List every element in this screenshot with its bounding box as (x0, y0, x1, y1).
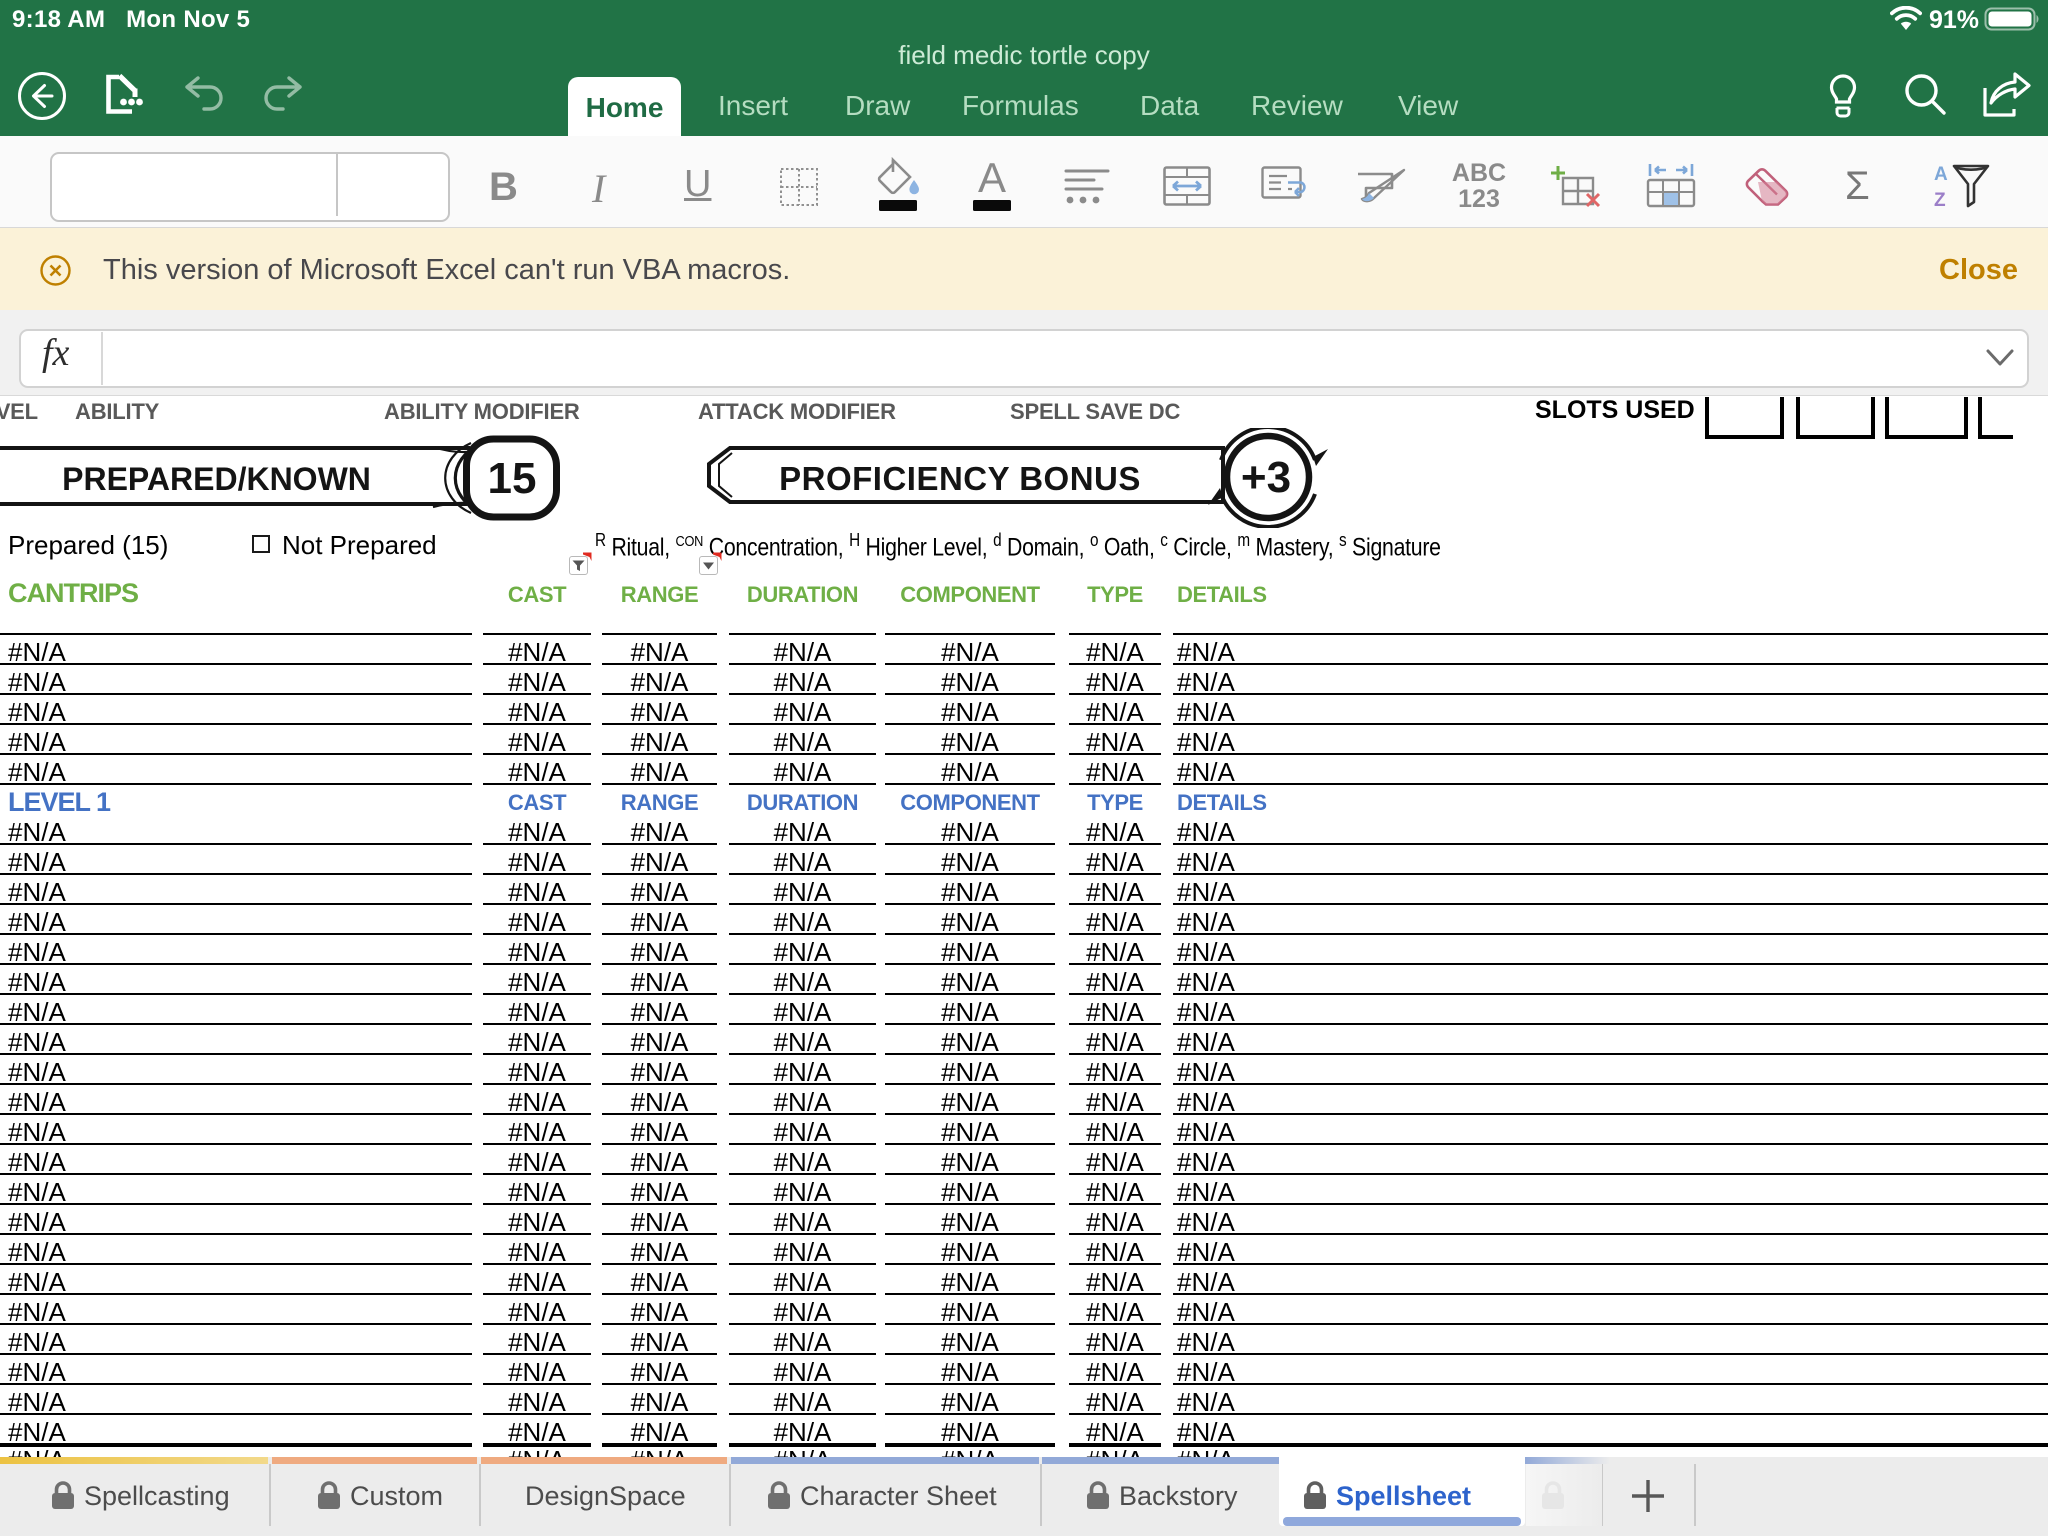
svg-text:+3: +3 (1241, 453, 1291, 502)
svg-text:A: A (978, 156, 1006, 201)
svg-text:Z: Z (1934, 190, 1946, 210)
svg-text:A: A (1934, 164, 1948, 185)
svg-text:15: 15 (488, 454, 537, 503)
